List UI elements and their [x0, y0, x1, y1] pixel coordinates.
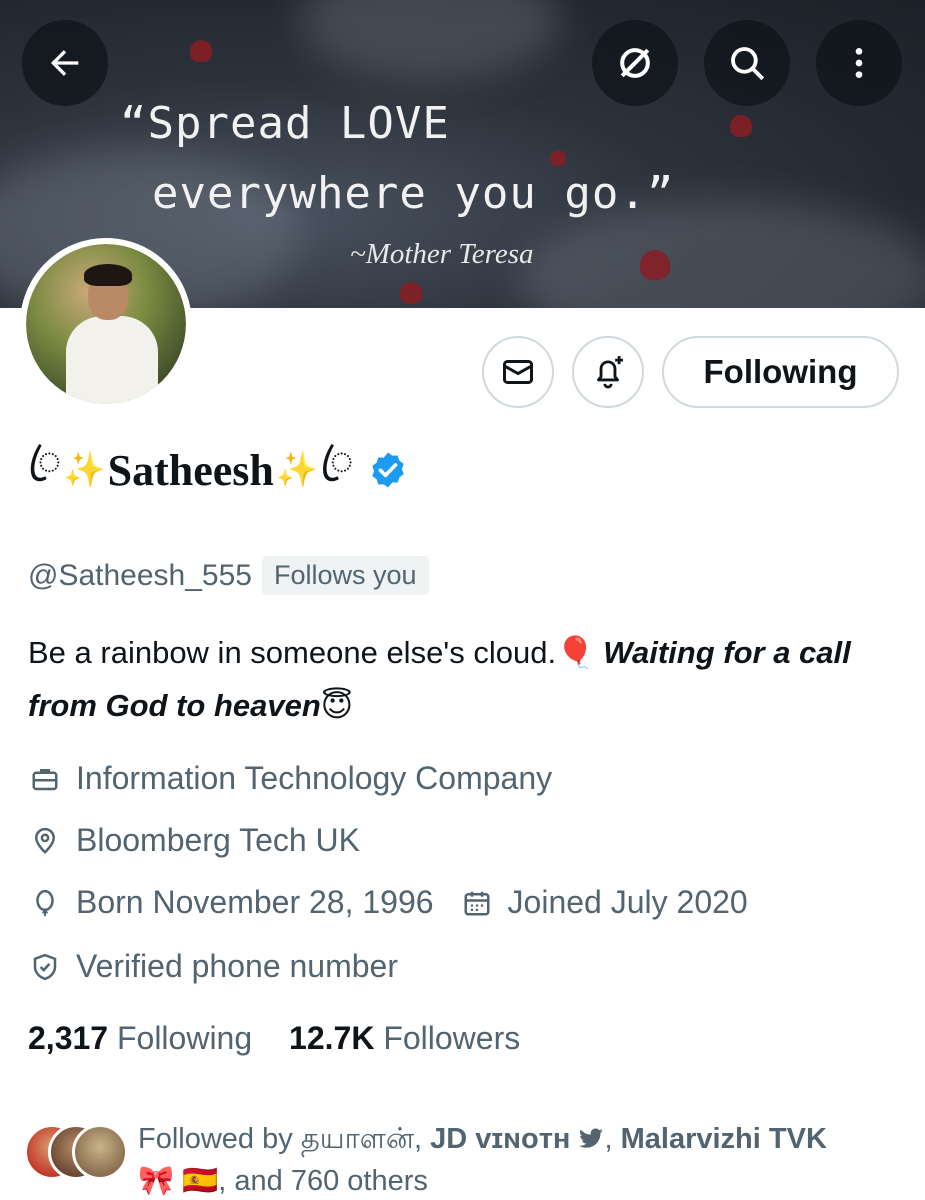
display-name: Satheesh	[107, 445, 274, 495]
briefcase-icon	[28, 762, 62, 796]
follower-emoji: 🎀 🇪🇸	[138, 1165, 219, 1197]
verified-phone-text: Verified phone number	[76, 948, 398, 984]
grok-slash-icon	[620, 48, 650, 78]
location-row: Bloomberg Tech UK	[28, 822, 360, 859]
grok-button[interactable]	[592, 20, 678, 106]
profile-born: Born November 28, 1996	[76, 884, 434, 920]
handle-row: @Satheesh_555 Follows you	[28, 556, 429, 595]
profile-category: Information Technology Company	[76, 760, 553, 796]
message-button[interactable]	[482, 336, 554, 408]
followed-by-suffix: , and 760 others	[218, 1165, 428, 1197]
name-decoration-right: ꦿ	[320, 439, 354, 483]
display-name-row: ꦿ ✨ Satheesh ✨ ꦿ	[28, 439, 408, 500]
follow-counts: 2,317 Following 12.7K Followers	[28, 1020, 520, 1057]
following-link[interactable]: 2,317 Following	[28, 1020, 261, 1056]
separator: ,	[414, 1123, 431, 1155]
banner-quote-line2: everywhere you go.”	[152, 168, 675, 219]
notify-button[interactable]	[572, 336, 644, 408]
envelope-icon	[503, 360, 533, 384]
followers-label: Followers	[383, 1020, 521, 1056]
mutual-follower-name: தயாளன்	[300, 1123, 415, 1155]
following-count: 2,317	[28, 1020, 109, 1056]
mutual-follower-name: JD ᴠɪɴᴏᴛʜ	[430, 1123, 571, 1155]
following-button[interactable]: Following	[662, 336, 899, 408]
followed-by-text: Followed by தயாளன், JD ᴠɪɴᴏᴛʜ , Malarviz…	[138, 1118, 918, 1200]
search-button[interactable]	[704, 20, 790, 106]
sparkle-right-icon: ✨	[275, 451, 319, 489]
profile-avatar[interactable]	[20, 238, 192, 410]
separator: ,	[604, 1123, 621, 1155]
more-button[interactable]	[816, 20, 902, 106]
bio-text: Be a rainbow in someone else's cloud.🎈	[28, 635, 604, 670]
mutual-follower-name: Malarvizhi TVK	[620, 1123, 827, 1155]
arrow-left-icon	[51, 50, 79, 76]
profile-location: Bloomberg Tech UK	[76, 822, 360, 858]
back-button[interactable]	[22, 20, 108, 106]
sparkle-left-icon: ✨	[63, 451, 106, 489]
followed-by-prefix: Followed by	[138, 1123, 301, 1155]
category-row: Information Technology Company	[28, 760, 552, 797]
verified-phone-row[interactable]: Verified phone number	[28, 948, 398, 985]
bird-icon	[579, 1128, 604, 1148]
name-decoration-left: ꦿ	[28, 439, 62, 483]
follower-avatars	[24, 1124, 134, 1184]
calendar-icon	[460, 886, 494, 920]
shield-check-icon	[28, 950, 62, 984]
balloon-icon	[28, 886, 62, 920]
following-label: Following	[116, 1020, 253, 1056]
profile-joined: Joined July 2020	[507, 884, 748, 920]
followers-count: 12.7K	[289, 1020, 375, 1056]
bell-plus-icon	[597, 356, 624, 389]
follows-you-badge: Follows you	[261, 556, 429, 595]
more-vertical-icon	[855, 48, 863, 78]
banner-quote-author: ~Mother Teresa	[350, 238, 534, 270]
verified-badge-icon[interactable]	[368, 450, 408, 490]
banner-quote-line1: “Spread LOVE	[120, 98, 450, 149]
followers-link[interactable]: 12.7K Followers	[289, 1020, 520, 1056]
dates-row: Born November 28, 1996 Joined July 2020	[28, 884, 748, 921]
user-handle: @Satheesh_555	[28, 558, 252, 592]
location-pin-icon	[28, 824, 62, 858]
follower-avatar	[72, 1124, 128, 1180]
profile-bio: Be a rainbow in someone else's cloud.🎈 W…	[28, 626, 898, 732]
search-icon	[731, 47, 765, 81]
